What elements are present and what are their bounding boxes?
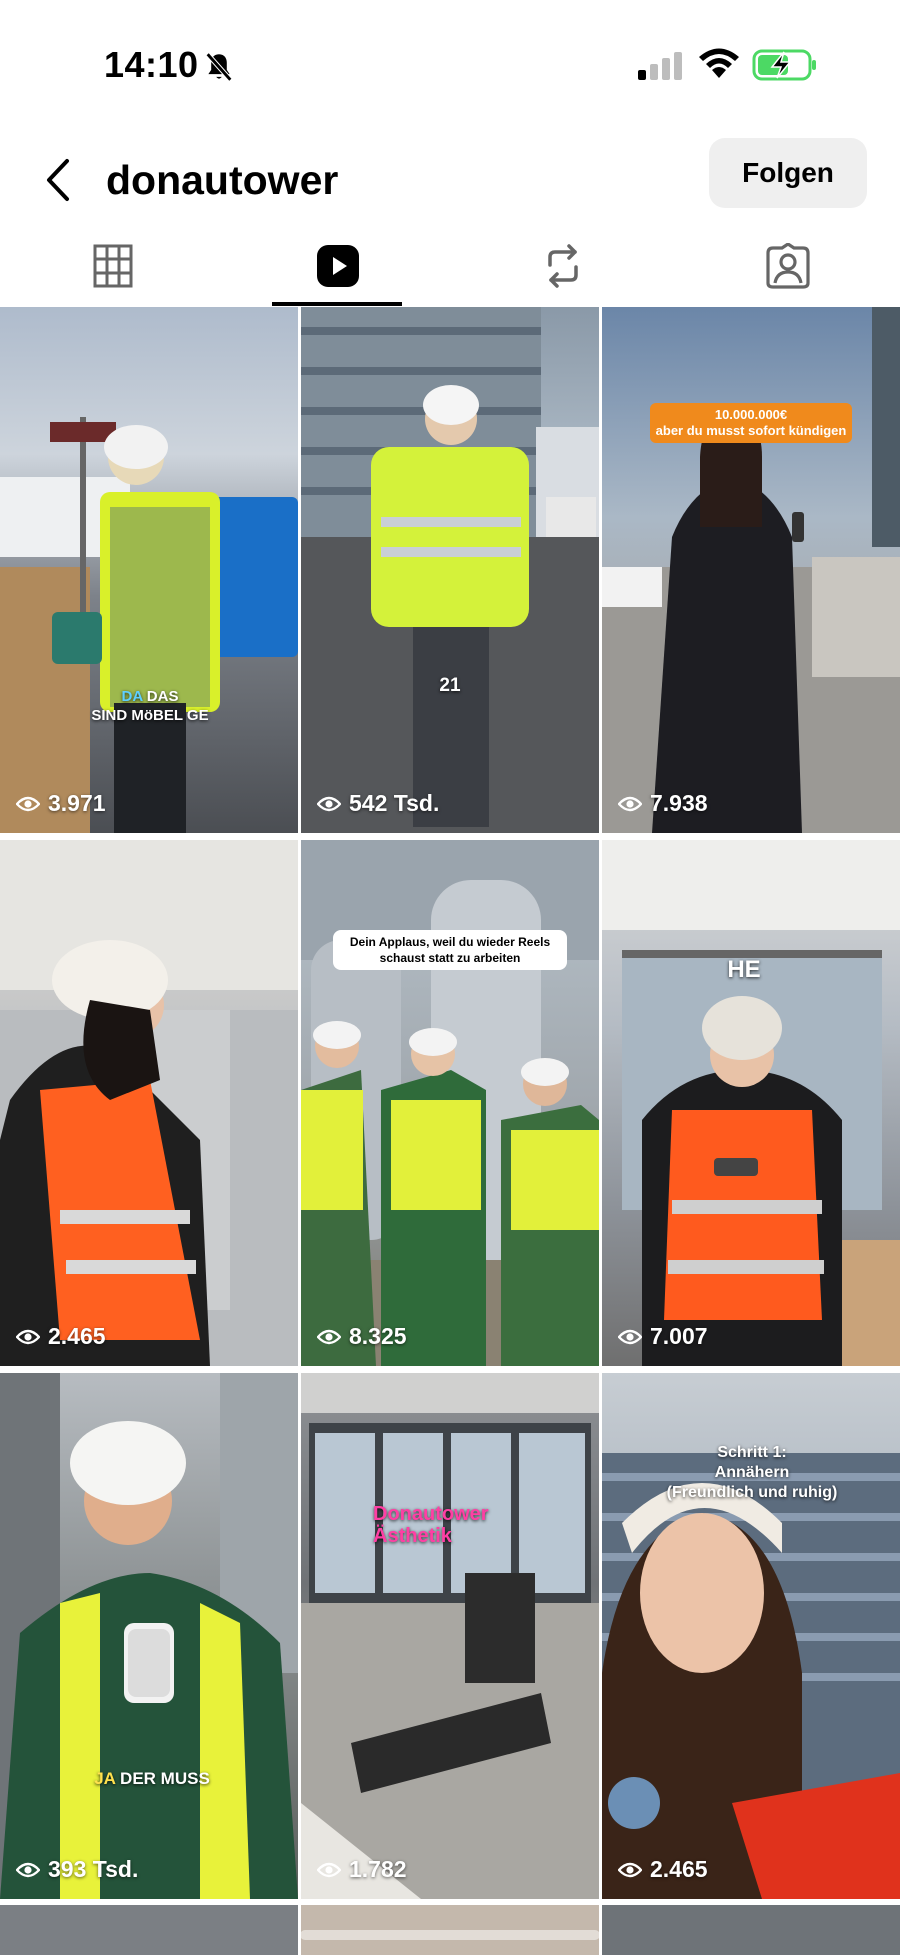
reel-thumbnail bbox=[301, 1373, 599, 1899]
eye-icon bbox=[317, 796, 341, 811]
reel-tile[interactable]: 21 542 Tsd. bbox=[301, 307, 599, 833]
reel-caption: DA DAS SIND MöBEL GE bbox=[90, 687, 210, 725]
reel-tile[interactable]: Schritt 1: Annähern (Freundlich und ruhi… bbox=[602, 1373, 900, 1899]
follow-button[interactable]: Folgen bbox=[709, 138, 867, 208]
reel-views: 7.007 bbox=[618, 1323, 708, 1350]
reel-thumbnail bbox=[0, 417, 298, 833]
reel-caption: JA DER MUSS bbox=[62, 1769, 242, 1789]
profile-header: donautower Folgen bbox=[0, 130, 900, 230]
reel-tile[interactable]: 10.000.000€ aber du musst sofort kündige… bbox=[602, 307, 900, 833]
profile-tabs bbox=[0, 226, 900, 306]
reel-caption: Donautower Ästhetik bbox=[373, 1503, 489, 1547]
reel-views: 8.325 bbox=[317, 1323, 407, 1350]
repost-icon bbox=[547, 244, 578, 288]
reel-caption-text: DER MUSS bbox=[120, 1769, 210, 1788]
tab-reposts[interactable] bbox=[450, 226, 675, 306]
home-indicator bbox=[300, 1930, 600, 1940]
reel-views: 3.971 bbox=[16, 790, 106, 817]
reels-icon bbox=[316, 245, 359, 287]
reel-thumbnail bbox=[0, 840, 298, 1366]
reel-tile[interactable]: 2.465 bbox=[0, 840, 298, 1366]
reel-tile[interactable]: DA DAS SIND MöBEL GE 3.971 bbox=[0, 307, 298, 833]
reel-caption: Schritt 1: Annähern (Freundlich und ruhi… bbox=[666, 1444, 838, 1501]
active-tab-indicator bbox=[272, 302, 402, 306]
eye-icon bbox=[16, 1329, 40, 1344]
tab-tagged[interactable] bbox=[675, 226, 900, 306]
tab-reels[interactable] bbox=[225, 226, 450, 306]
status-time: 14:10 bbox=[104, 44, 199, 85]
reel-thumbnail bbox=[301, 307, 599, 833]
tab-grid[interactable] bbox=[0, 226, 225, 306]
eye-icon bbox=[317, 1329, 341, 1344]
reel-views: 7.938 bbox=[618, 790, 708, 817]
tagged-person-icon bbox=[765, 243, 810, 289]
reel-thumbnail bbox=[602, 840, 900, 1366]
chevron-left-icon bbox=[47, 159, 69, 201]
bell-slash-icon bbox=[205, 52, 233, 82]
reel-tile[interactable] bbox=[0, 1905, 298, 1955]
reel-views: 542 Tsd. bbox=[317, 790, 439, 817]
reel-tile[interactable] bbox=[602, 1905, 900, 1955]
reel-tile[interactable]: JA DER MUSS 393 Tsd. bbox=[0, 1373, 298, 1899]
reel-caption: Dein Applaus, weil du wieder Reels schau… bbox=[333, 930, 567, 970]
reel-caption: 21 bbox=[439, 675, 461, 696]
reel-caption: HE bbox=[727, 956, 761, 983]
reel-views: 1.782 bbox=[317, 1856, 407, 1883]
eye-icon bbox=[317, 1862, 341, 1877]
reel-tile[interactable]: Donautower Ästhetik 1.782 bbox=[301, 1373, 599, 1899]
reel-caption: 10.000.000€ aber du musst sofort kündige… bbox=[650, 403, 852, 443]
profile-name: donautower bbox=[106, 157, 339, 203]
reel-caption-highlight: JA bbox=[94, 1769, 116, 1788]
reel-tile[interactable]: Dein Applaus, weil du wieder Reels schau… bbox=[301, 840, 599, 1366]
eye-icon bbox=[16, 796, 40, 811]
reel-thumbnail bbox=[602, 307, 900, 833]
battery-charging-icon bbox=[752, 49, 816, 81]
reel-views: 2.465 bbox=[618, 1856, 708, 1883]
reel-caption-highlight: DA bbox=[121, 688, 143, 705]
eye-icon bbox=[16, 1862, 40, 1877]
reel-thumbnail bbox=[301, 840, 599, 1366]
eye-icon bbox=[618, 1329, 642, 1344]
reel-caption-text: DAS SIND MöBEL GE bbox=[91, 688, 209, 724]
signal-icon bbox=[638, 52, 682, 80]
status-bar: 14:10 bbox=[0, 0, 900, 130]
eye-icon bbox=[618, 1862, 642, 1877]
reel-views: 393 Tsd. bbox=[16, 1856, 138, 1883]
reel-tile[interactable]: HE 7.007 bbox=[602, 840, 900, 1366]
back-button[interactable] bbox=[36, 148, 80, 212]
reel-views: 2.465 bbox=[16, 1323, 106, 1350]
reel-thumbnail bbox=[0, 1373, 298, 1899]
eye-icon bbox=[618, 796, 642, 811]
wifi-icon bbox=[699, 48, 739, 78]
grid-icon bbox=[93, 244, 132, 288]
